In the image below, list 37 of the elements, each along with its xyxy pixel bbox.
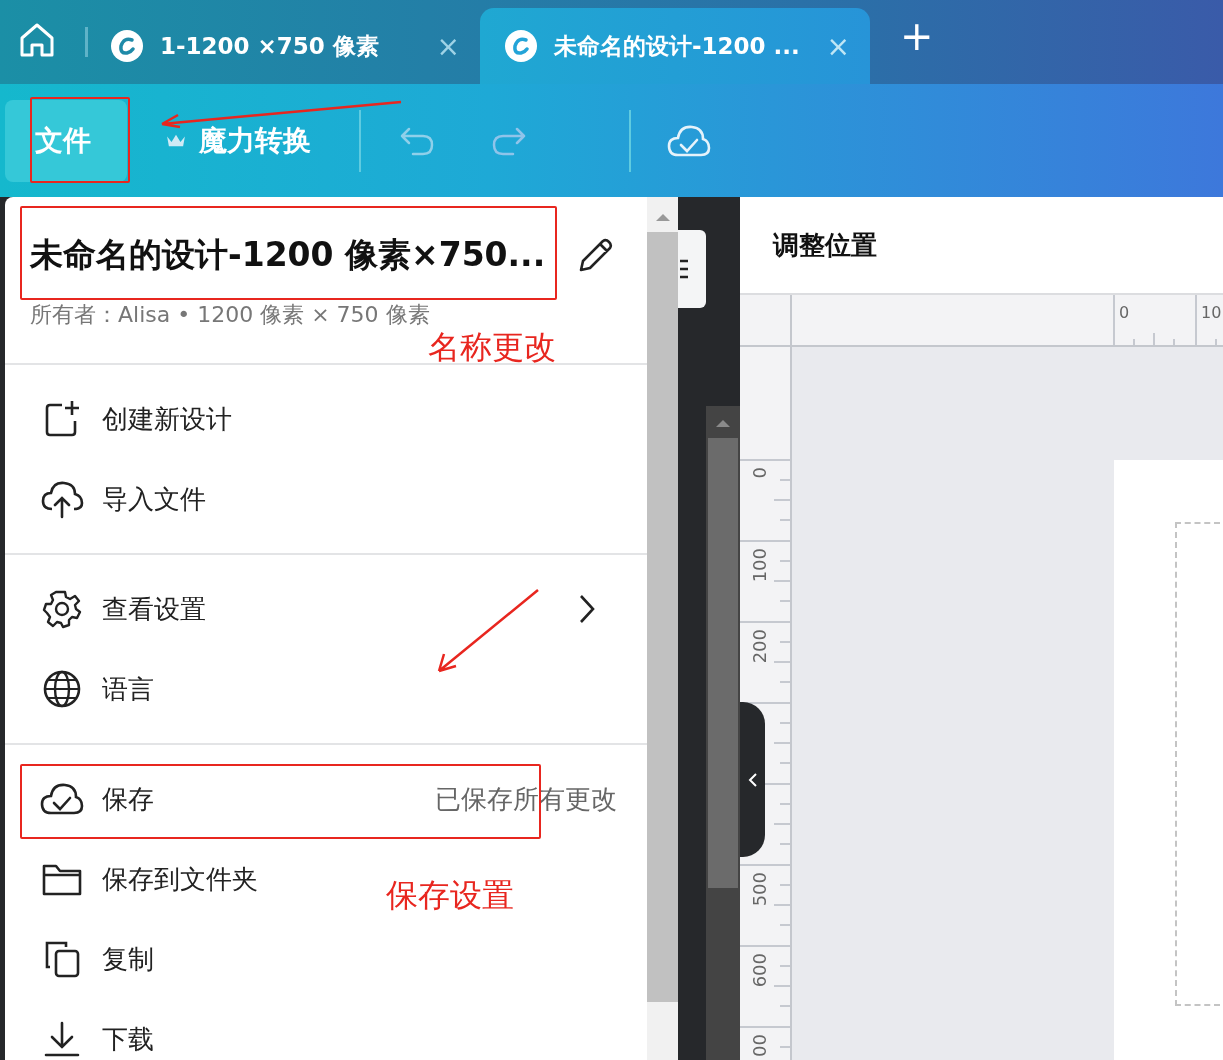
- logo-icon: [504, 29, 538, 63]
- annotation-text: 保存设置: [386, 875, 514, 916]
- ruler-label: 00: [750, 1034, 770, 1057]
- scroll-up-icon[interactable]: [715, 418, 731, 428]
- ruler-label: 600: [750, 953, 770, 988]
- menu-item[interactable]: 创建新设计: [5, 379, 262, 459]
- ruler-label: 100: [750, 548, 770, 583]
- menu-item[interactable]: 复制: [5, 919, 184, 999]
- logo-icon: [110, 29, 144, 63]
- tab-title: 1-1200 ×750 像素: [160, 31, 380, 61]
- tab-title: 未命名的设计-1200 ...: [554, 31, 801, 61]
- collapse-panel-handle[interactable]: [740, 702, 765, 857]
- cloud-upload-icon: [40, 479, 84, 519]
- panel-scrollbar[interactable]: [706, 406, 740, 1060]
- design-title: 未命名的设计-1200 像素×750...: [30, 234, 546, 276]
- menu-item[interactable]: 下载: [5, 999, 184, 1060]
- ruler-label: 500: [750, 872, 770, 907]
- ruler-label: 200: [750, 629, 770, 664]
- design-owner-info: 所有者：Alisa • 1200 像素 × 750 像素: [30, 301, 431, 329]
- new-tab-button[interactable]: +: [900, 16, 934, 56]
- ruler-label: 0: [1119, 303, 1130, 322]
- ruler-label: 0: [750, 467, 770, 479]
- cloud-check-icon: [40, 781, 84, 817]
- scroll-up-icon[interactable]: [654, 212, 671, 222]
- menu-item[interactable]: 语言: [5, 649, 184, 729]
- menu-item[interactable]: 保存到文件夹: [5, 839, 288, 919]
- panel-title: 调整位置: [773, 228, 877, 262]
- settings-icon: [40, 589, 84, 629]
- side-tab-button[interactable]: [678, 230, 706, 308]
- browser-tab[interactable]: 1-1200 ×750 像素 ×: [110, 8, 480, 84]
- save-status: 已保存所有更改: [435, 782, 617, 816]
- menu-item[interactable]: 导入文件: [5, 459, 236, 539]
- annotation-text: 名称更改: [428, 327, 556, 368]
- menu-item[interactable]: 保存 已保存所有更改: [5, 759, 647, 839]
- menu-scrollbar[interactable]: [647, 197, 678, 1060]
- menu-item[interactable]: 查看设置: [5, 569, 647, 649]
- ruler-label: 10: [1201, 303, 1222, 322]
